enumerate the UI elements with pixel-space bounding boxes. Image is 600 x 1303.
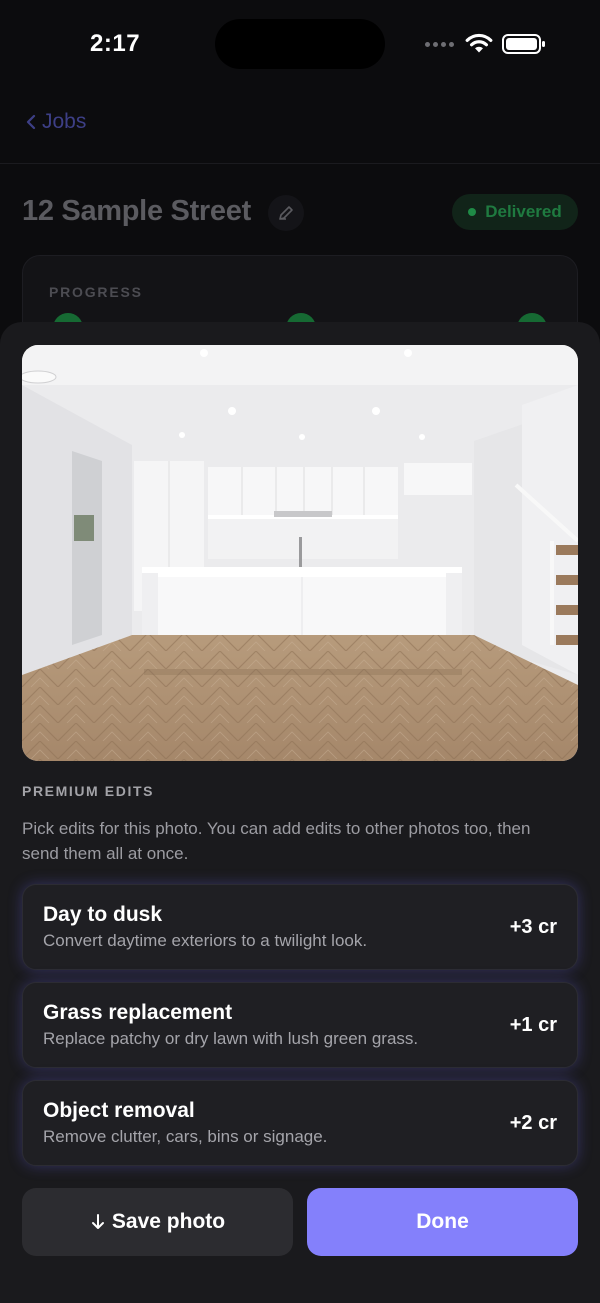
chevron-left-icon [26, 114, 36, 130]
job-title: 12 Sample Street [22, 195, 251, 227]
edit-title-button[interactable] [268, 195, 304, 231]
edit-option-title: Object removal [43, 1099, 195, 1122]
edit-option-title: Day to dusk [43, 903, 163, 926]
done-label: Done [416, 1210, 469, 1233]
save-photo-button[interactable]: Save photo [22, 1188, 293, 1256]
section-label: PREMIUM EDITS [22, 783, 155, 799]
progress-label: PROGRESS [49, 284, 143, 300]
back-button[interactable]: Jobs [26, 110, 86, 134]
edit-option-text: Object removal Remove clutter, cars, bin… [43, 1099, 327, 1147]
edit-option-price: +2 cr [509, 1111, 557, 1134]
edit-option-price: +1 cr [509, 1013, 557, 1036]
edit-option-text: Grass replacement Replace patchy or dry … [43, 1001, 418, 1049]
edit-option-text: Day to dusk Convert daytime exteriors to… [43, 903, 367, 951]
edit-option-description: Remove clutter, cars, bins or signage. [43, 1127, 328, 1146]
status-label: Delivered [485, 202, 562, 221]
edit-option-object-removal[interactable]: Object removal Remove clutter, cars, bin… [22, 1080, 578, 1166]
kitchen-photo-illustration [22, 345, 578, 761]
property-photo [22, 345, 578, 761]
nav-divider [0, 163, 600, 164]
done-button[interactable]: Done [307, 1188, 578, 1256]
battery-icon [502, 34, 545, 54]
save-photo-label: Save photo [111, 1210, 226, 1233]
download-arrow-icon [91, 1214, 104, 1229]
pencil-icon [279, 206, 293, 220]
edit-option-price: +3 cr [509, 915, 557, 938]
edit-option-description: Replace patchy or dry lawn with lush gre… [43, 1029, 419, 1048]
cellular-signal-icon [425, 42, 454, 47]
dynamic-island [215, 19, 385, 69]
section-description: Pick edits for this photo. You can add e… [22, 819, 531, 863]
edit-option-title: Grass replacement [43, 1001, 233, 1024]
wifi-icon [465, 33, 493, 53]
status-bar: 2:17 [0, 0, 600, 90]
status-dot [468, 208, 477, 216]
edit-option-grass-replacement[interactable]: Grass replacement Replace patchy or dry … [22, 982, 578, 1068]
status-time: 2:17 [90, 30, 141, 57]
status-badge: Delivered [452, 194, 578, 230]
premium-edits-sheet: PREMIUM EDITS Pick edits for this photo.… [0, 322, 600, 1303]
back-label: Jobs [42, 110, 87, 133]
edit-option-day-to-dusk[interactable]: Day to dusk Convert daytime exteriors to… [22, 884, 578, 970]
edit-option-description: Convert daytime exteriors to a twilight … [43, 931, 368, 950]
